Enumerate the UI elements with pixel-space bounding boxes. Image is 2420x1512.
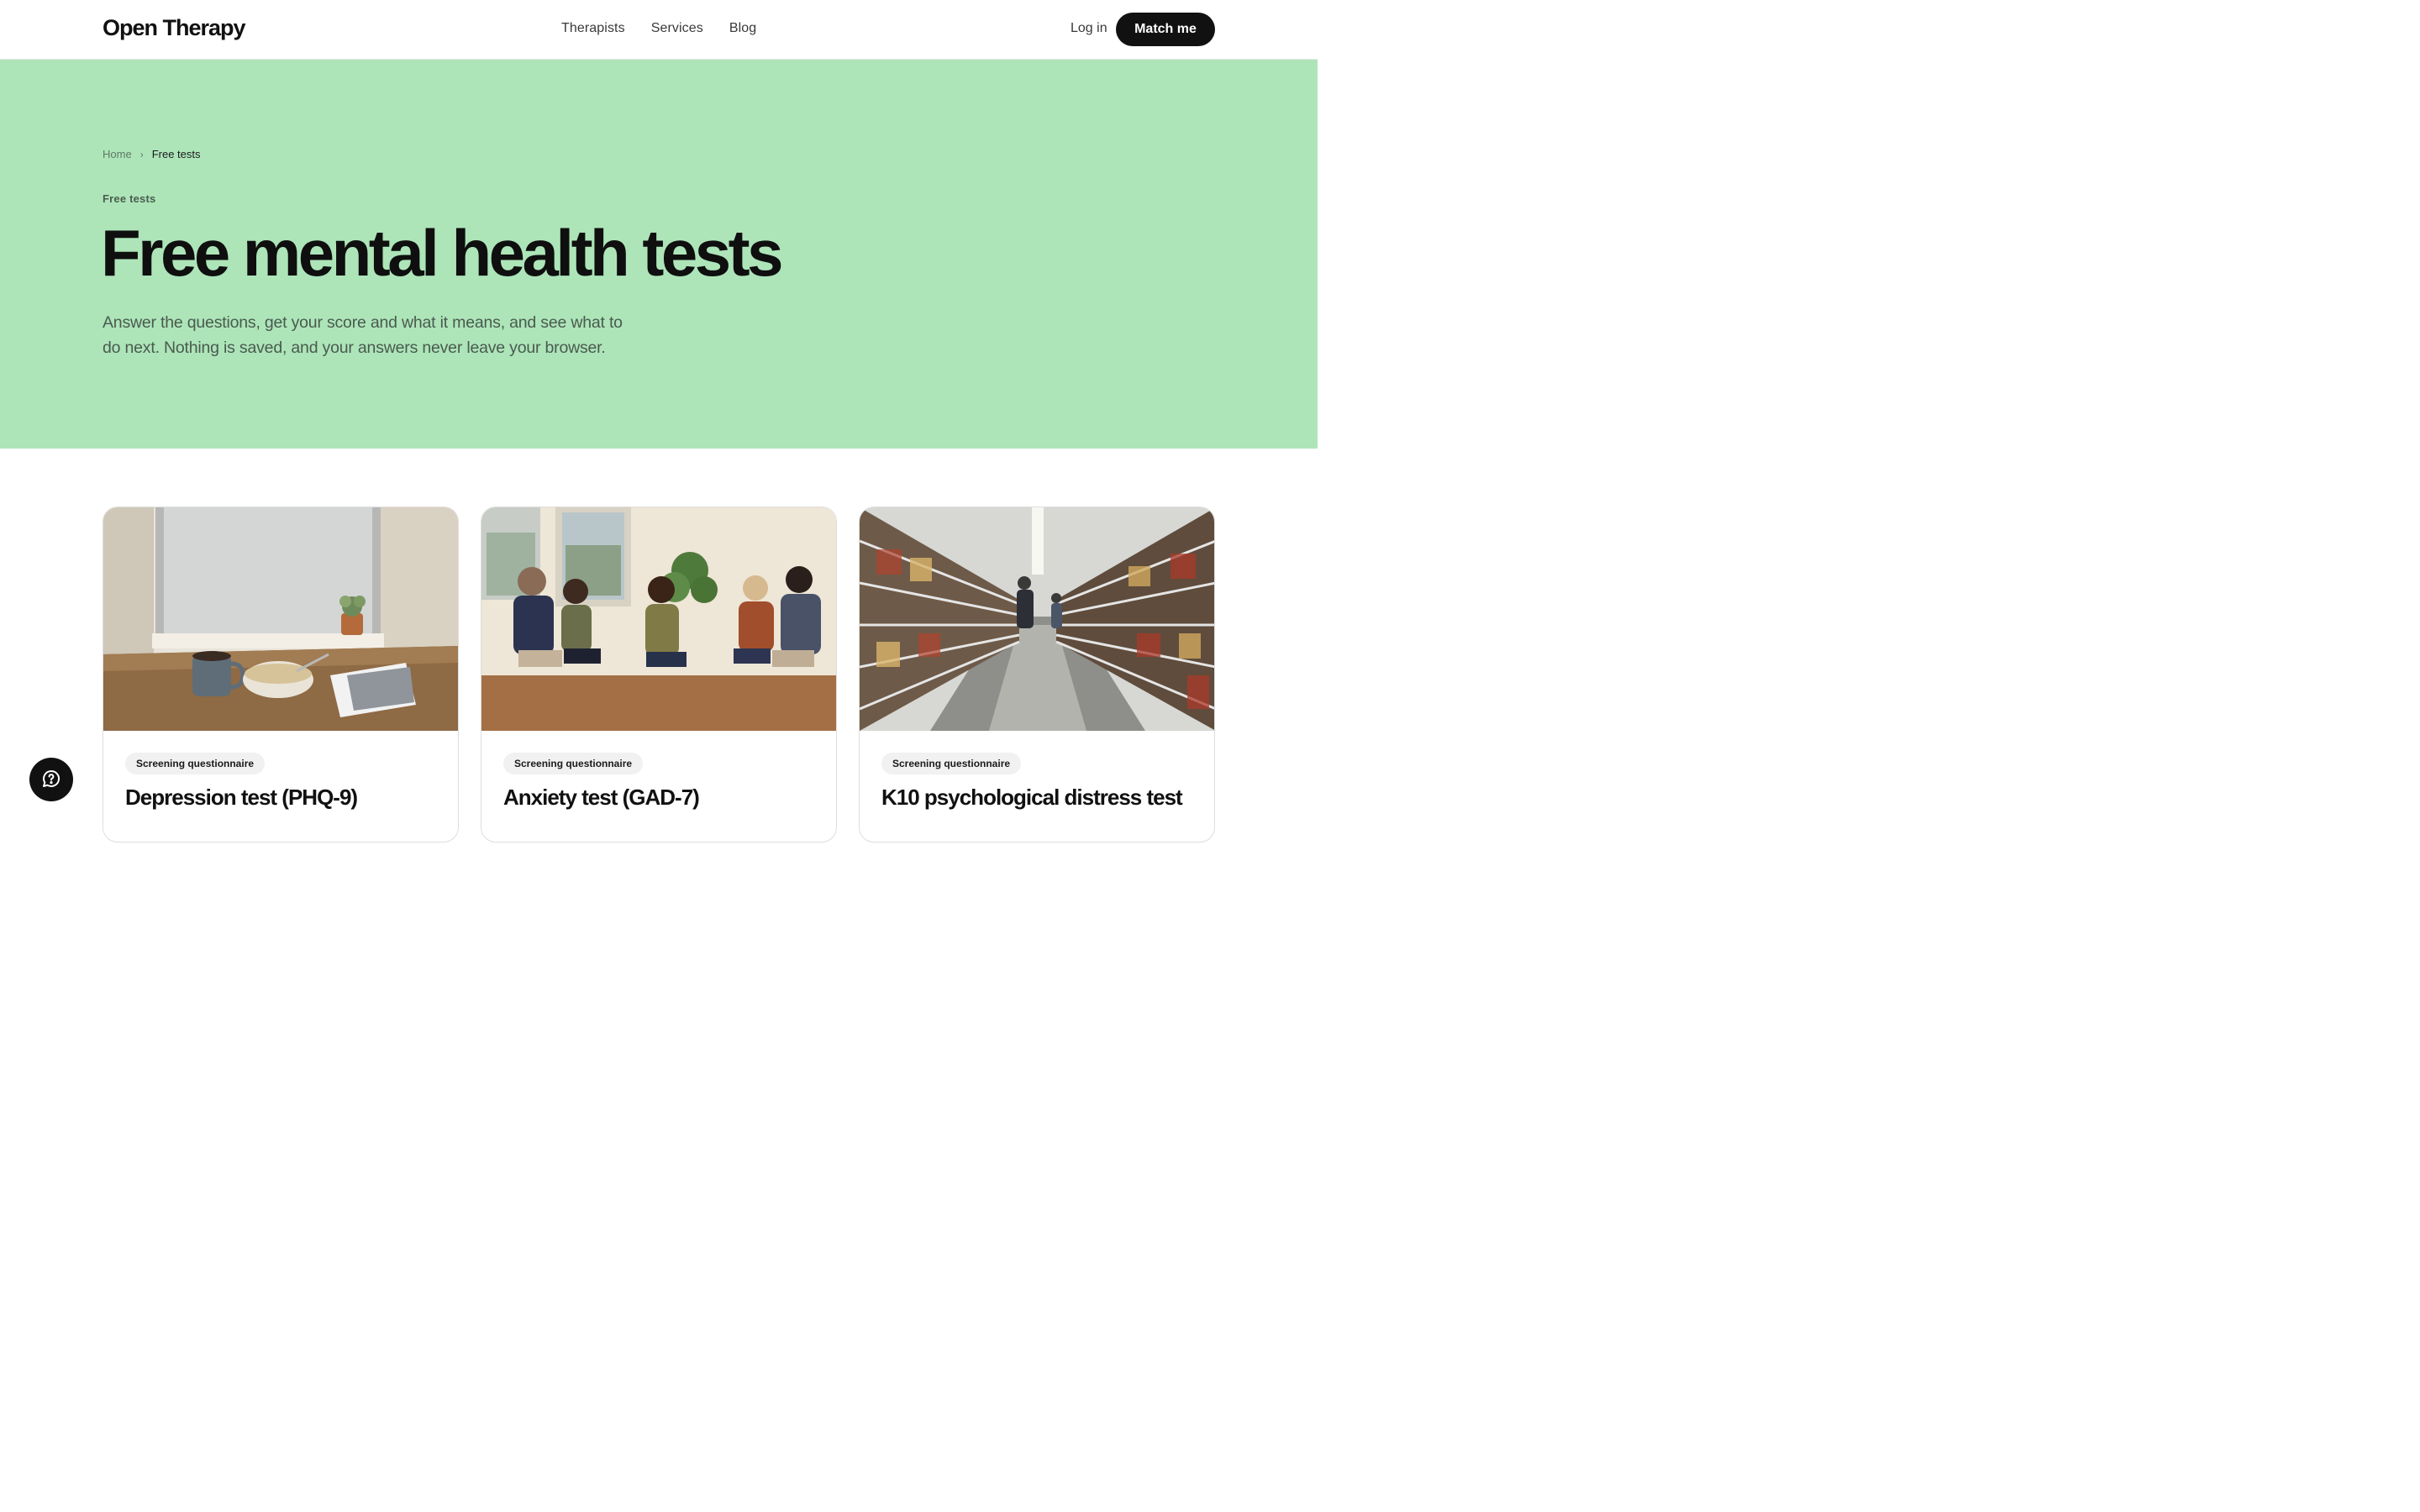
logo[interactable]: Open Therapy (103, 15, 246, 41)
card-title: K10 psychological distress test (881, 785, 1183, 810)
breadcrumb-current: Free tests (151, 148, 201, 160)
card-image-windowsill (103, 507, 458, 731)
hero-subtitle: Answer the questions, get your score and… (103, 313, 623, 357)
main-nav: Therapists Services Blog (561, 21, 756, 36)
login-link[interactable]: Log in (1071, 21, 1107, 36)
chevron-right-icon: › (139, 148, 144, 160)
help-chat-button[interactable] (29, 758, 73, 801)
card-image-supermarket (860, 507, 1214, 731)
nav-blog[interactable]: Blog (729, 21, 756, 36)
card-image-group (481, 507, 836, 731)
card-title: Anxiety test (GAD-7) (503, 785, 700, 810)
hero-section: Home › Free tests Free tests Free mental… (0, 60, 1318, 449)
match-me-button[interactable]: Match me (1116, 13, 1215, 46)
page-title: Free mental health tests (101, 216, 783, 290)
hero-eyebrow: Free tests (103, 192, 156, 205)
nav-services[interactable]: Services (651, 21, 703, 36)
card-title: Depression test (PHQ-9) (125, 785, 358, 810)
nav-therapists[interactable]: Therapists (561, 21, 625, 36)
breadcrumb-home[interactable]: Home (103, 148, 132, 160)
card-badge: Screening questionnaire (503, 753, 644, 774)
test-card-anxiety[interactable]: Screening questionnaire Anxiety test (GA… (481, 507, 837, 843)
test-card-k10[interactable]: Screening questionnaire K10 psychologica… (859, 507, 1215, 843)
test-card-depression[interactable]: Screening questionnaire Depression test … (103, 507, 459, 843)
breadcrumb: Home › Free tests (103, 148, 200, 160)
card-badge: Screening questionnaire (881, 753, 1022, 774)
help-chat-icon (41, 769, 61, 791)
site-header: Open Therapy Therapists Services Blog Lo… (0, 0, 1318, 60)
card-badge: Screening questionnaire (125, 753, 266, 774)
